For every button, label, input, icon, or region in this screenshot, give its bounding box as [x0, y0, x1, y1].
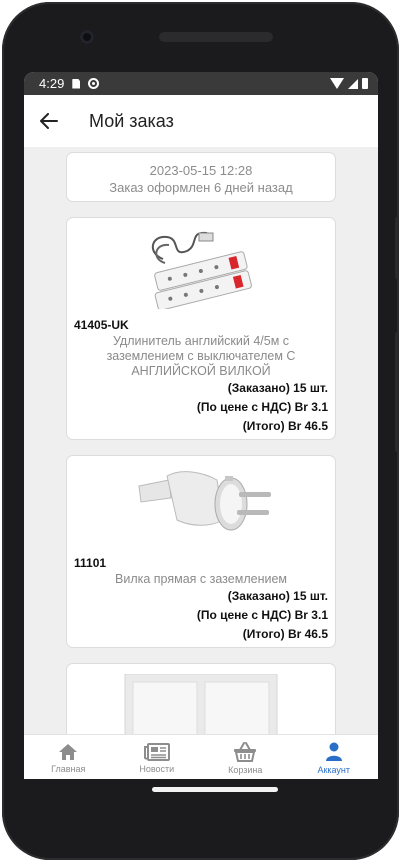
- order-item-card[interactable]: 41405-UK Удлинитель английский 4/5м с за…: [66, 217, 336, 440]
- order-date: 2023-05-15 12:28: [149, 163, 253, 178]
- nav-home-label: Главная: [51, 763, 86, 774]
- product-sku: 11101: [74, 556, 107, 570]
- product-sku: 41405-UK: [74, 318, 129, 332]
- unit-price: (По цене с НДС) Br 3.1: [196, 400, 328, 414]
- nav-news[interactable]: Новости: [113, 735, 202, 779]
- arrow-left-icon: [40, 113, 58, 129]
- earpiece-speaker: [159, 32, 273, 42]
- order-item-card[interactable]: 11101 Вилка прямая с заземлением (Заказа…: [66, 455, 336, 648]
- back-button[interactable]: [24, 95, 74, 147]
- line-total: (Итого) Br 46.5: [242, 627, 328, 641]
- home-icon: [59, 743, 78, 760]
- page-title: Мой заказ: [89, 110, 174, 131]
- unit-price: (По цене с НДС) Br 3.1: [196, 608, 328, 622]
- order-placed-text: Заказ оформлен 6 дней назад: [109, 180, 293, 195]
- settings-notification-icon: [88, 78, 100, 89]
- product-name: Вилка прямая с заземлением: [115, 572, 287, 586]
- product-image: [74, 456, 328, 552]
- home-indicator: [152, 787, 278, 792]
- sim-icon: [72, 78, 81, 89]
- product-image: [74, 664, 328, 734]
- order-info-card: 2023-05-15 12:28 Заказ оформлен 6 дней н…: [66, 152, 336, 202]
- product-name: Удлинитель английский 4/5м с заземлением…: [106, 334, 296, 378]
- power-button: [395, 217, 399, 279]
- basket-icon: [234, 741, 257, 762]
- nav-account[interactable]: Аккаунт: [290, 735, 379, 779]
- screen: 4:29 Мой заказ 2023-05-15 12:28 Заказ оф…: [24, 72, 378, 779]
- status-time: 4:29: [39, 76, 65, 91]
- front-camera: [80, 30, 94, 44]
- battery-icon: [362, 78, 368, 89]
- wifi-icon: [330, 78, 344, 89]
- order-content[interactable]: 2023-05-15 12:28 Заказ оформлен 6 дней н…: [24, 147, 378, 734]
- bottom-navigation: Главная Новости Корзина Аккаунт: [24, 734, 378, 779]
- user-icon: [325, 742, 342, 761]
- signal-icon: [348, 78, 358, 89]
- product-image: [74, 218, 328, 314]
- status-bar: 4:29: [24, 72, 378, 95]
- app-bar: Мой заказ: [24, 95, 378, 147]
- nav-account-label: Аккаунт: [317, 764, 351, 775]
- nav-cart-label: Корзина: [228, 764, 263, 775]
- volume-button: [395, 332, 399, 452]
- order-item-card[interactable]: [66, 663, 336, 734]
- nav-news-label: Новости: [139, 763, 175, 774]
- ordered-quantity: (Заказано) 15 шт.: [227, 381, 328, 395]
- nav-cart[interactable]: Корзина: [201, 735, 290, 779]
- ordered-quantity: (Заказано) 15 шт.: [227, 589, 328, 603]
- newspaper-icon: [143, 742, 170, 761]
- nav-home[interactable]: Главная: [24, 735, 113, 779]
- phone-frame: 4:29 Мой заказ 2023-05-15 12:28 Заказ оф…: [2, 2, 399, 860]
- line-total: (Итого) Br 46.5: [242, 419, 328, 433]
